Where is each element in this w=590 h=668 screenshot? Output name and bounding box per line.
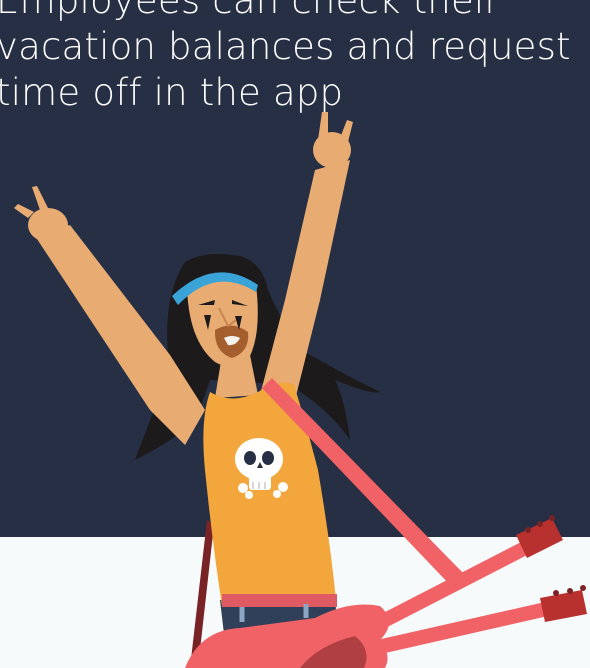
tank-top [203, 382, 336, 606]
left-hand-horns [14, 186, 68, 242]
rocker-illustration [14, 112, 587, 668]
belt [222, 594, 337, 607]
guitar-head-lower [540, 585, 587, 622]
right-hand-horns [313, 112, 353, 168]
